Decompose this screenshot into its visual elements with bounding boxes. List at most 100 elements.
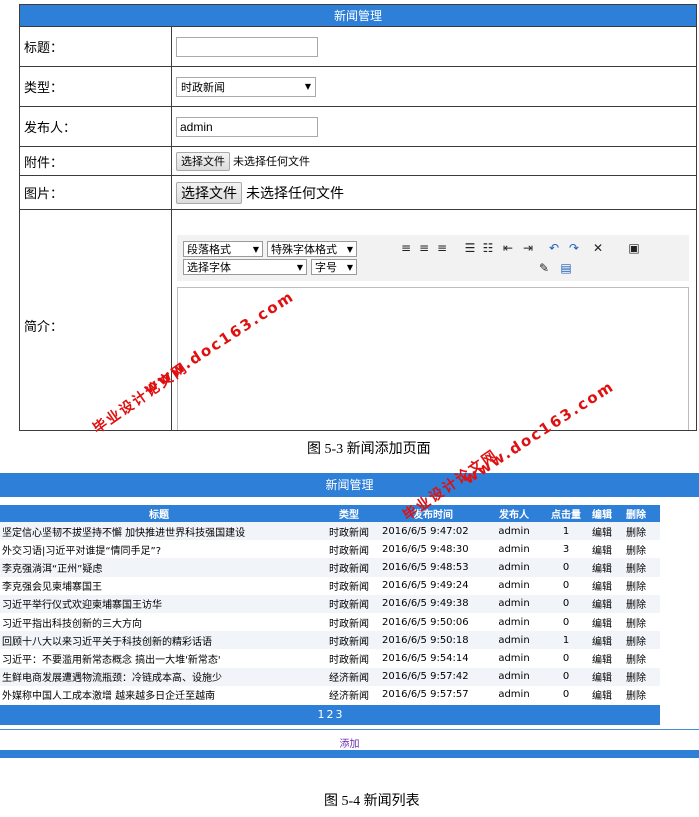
delete-link[interactable]: 删除 — [624, 540, 660, 559]
column-header-publish-time: 发布时间 — [380, 505, 486, 522]
publisher-row: 发布人： admin — [20, 107, 696, 147]
edit-link[interactable]: 编辑 — [590, 594, 624, 613]
cell-publisher: admin — [486, 631, 542, 650]
table-row: 李克强淌洱“正州”疑虑 时政新闻 2016/6/5 9:48:53 admin 0 编辑删… — [0, 558, 660, 577]
chevron-down-icon: ▼ — [346, 244, 353, 254]
delete-link[interactable]: 删除 — [624, 576, 660, 595]
edit-link[interactable]: 编辑 — [590, 667, 624, 686]
indent-icon[interactable]: ⇥ — [521, 241, 535, 255]
paragraph-format-select[interactable]: 段落格式 ▼ — [183, 241, 263, 257]
pagination-bar: 123 — [0, 705, 660, 725]
image-row: 图片： 选择文件 未选择任何文件 — [20, 176, 696, 210]
edit-link[interactable]: 编辑 — [590, 631, 624, 650]
align-center-icon[interactable]: ≡ — [417, 241, 431, 255]
cell-publisher: admin — [486, 685, 542, 704]
divider — [0, 729, 699, 730]
table-row: 坚定信心坚韧不拔坚持不懈 加快推进世界科技强国建设 时政新闻 2016/6/5 9:… — [0, 522, 660, 541]
cell-type: 经济新闻 — [318, 685, 380, 704]
cell-type: 时政新闻 — [318, 612, 380, 632]
title-row: 标题： — [20, 27, 696, 67]
cell-type: 时政新闻 — [318, 631, 380, 650]
remove-format-icon[interactable]: ✕ — [591, 241, 605, 255]
cell-clicks: 0 — [542, 649, 590, 668]
cell-clicks: 0 — [542, 612, 590, 632]
cell-publisher: admin — [486, 576, 542, 595]
column-header-type: 类型 — [318, 505, 380, 522]
align-left-icon[interactable]: ≡ — [399, 241, 413, 255]
page-link-1[interactable]: 1 — [318, 708, 325, 721]
edit-link[interactable]: 编辑 — [590, 540, 624, 559]
cell-publisher: admin — [486, 594, 542, 613]
cell-title: 外交习语|习近平对谁提“情同手足”? — [0, 540, 318, 559]
attachment-row: 附件： 选择文件 未选择任何文件 — [20, 147, 696, 176]
delete-link[interactable]: 删除 — [624, 594, 660, 613]
page-link-2[interactable]: 2 — [327, 708, 334, 721]
column-header-title: 标题 — [0, 505, 318, 522]
cell-publisher: admin — [486, 558, 542, 577]
redo-icon[interactable]: ↷ — [567, 241, 581, 255]
chevron-down-icon: ▼ — [252, 244, 259, 254]
page-link-3[interactable]: 3 — [336, 708, 343, 721]
publisher-label: 发布人： — [20, 107, 172, 146]
align-right-icon[interactable]: ≡ — [435, 241, 449, 255]
image-choose-file-button[interactable]: 选择文件 — [176, 181, 242, 204]
numbered-list-icon[interactable]: ☷ — [481, 241, 495, 255]
delete-link[interactable]: 删除 — [624, 612, 660, 632]
cell-type: 时政新闻 — [318, 594, 380, 613]
attachment-choose-file-button[interactable]: 选择文件 — [176, 151, 230, 171]
outdent-icon[interactable]: ⇤ — [501, 241, 515, 255]
add-news-link[interactable]: 添加 — [0, 735, 699, 750]
cell-title: 李克强淌洱“正州”疑虑 — [0, 558, 318, 577]
cell-publish-time: 2016/6/5 9:54:14 — [380, 649, 486, 668]
font-size-value: 字号 — [315, 261, 337, 274]
cell-clicks: 0 — [542, 685, 590, 704]
cell-title: 习近平：不要滥用新常态概念 搞出一大堆'新常态' — [0, 649, 318, 668]
table-row: 习近平举行仪式欢迎柬埔寨国王访华 时政新闻 2016/6/5 9:49:38 admi… — [0, 594, 660, 613]
list-footer-bar — [0, 750, 699, 758]
edit-link[interactable]: 编辑 — [590, 612, 624, 632]
table-row: 习近平指出科技创新的三大方向 时政新闻 2016/6/5 9:50:06 admin 0… — [0, 612, 660, 632]
cell-title: 习近平举行仪式欢迎柬埔寨国王访华 — [0, 594, 318, 613]
undo-icon[interactable]: ↶ — [547, 241, 561, 255]
cell-publish-time: 2016/6/5 9:50:18 — [380, 631, 486, 650]
delete-link[interactable]: 删除 — [624, 667, 660, 686]
table-header-row: 标题 类型 发布时间 发布人 点击量 编辑 删除 — [0, 505, 660, 522]
delete-link[interactable]: 删除 — [624, 685, 660, 704]
bullet-list-icon[interactable]: ☰ — [463, 241, 477, 255]
delete-link[interactable]: 删除 — [624, 558, 660, 577]
image-icon[interactable]: ▤ — [559, 261, 573, 275]
title-input[interactable] — [176, 36, 318, 57]
form-header: 新闻管理 — [20, 5, 696, 27]
cell-clicks: 0 — [542, 667, 590, 686]
edit-link[interactable]: 编辑 — [590, 522, 624, 541]
delete-link[interactable]: 删除 — [624, 522, 660, 541]
figure-caption-add-page: 图 5-3 新闻添加页面 — [307, 442, 431, 457]
cell-clicks: 0 — [542, 594, 590, 613]
cell-publish-time: 2016/6/5 9:49:38 — [380, 594, 486, 613]
paste-icon[interactable]: ▣ — [627, 241, 641, 255]
font-size-select[interactable]: 字号 ▼ — [311, 259, 357, 275]
edit-link[interactable]: 编辑 — [590, 685, 624, 704]
font-family-select[interactable]: 选择字体 ▼ — [183, 259, 307, 275]
edit-link[interactable]: 编辑 — [590, 576, 624, 595]
cell-clicks: 1 — [542, 631, 590, 650]
cell-title: 习近平指出科技创新的三大方向 — [0, 612, 318, 632]
cell-publish-time: 2016/6/5 9:48:53 — [380, 558, 486, 577]
edit-link[interactable]: 编辑 — [590, 649, 624, 668]
edit-link[interactable]: 编辑 — [590, 558, 624, 577]
cell-publisher: admin — [486, 667, 542, 686]
intro-editor: 段落格式 ▼ 特殊字体格式 ▼ 选择字体 ▼ 字号 ▼ ≡ ≡ ≡ ☰ ☷ ⇤ … — [177, 235, 689, 430]
delete-link[interactable]: 删除 — [624, 649, 660, 668]
intro-editor-content[interactable] — [177, 287, 689, 430]
special-font-format-select[interactable]: 特殊字体格式 ▼ — [267, 241, 357, 257]
cell-publish-time: 2016/6/5 9:48:30 — [380, 540, 486, 559]
special-font-format-value: 特殊字体格式 — [271, 243, 337, 256]
table-row: 生鲜电商发展遭遇物流瓶颈：冷链成本高、设施少 经济新闻 2016/6/5 9:57:… — [0, 667, 660, 686]
publisher-input[interactable]: admin — [176, 116, 318, 137]
type-label: 类型： — [20, 67, 172, 106]
news-table: 标题 类型 发布时间 发布人 点击量 编辑 删除 坚定信心坚韧不拔坚持不懈 加快… — [0, 505, 660, 704]
type-select[interactable]: 时政新闻 ▼ — [176, 76, 316, 97]
delete-link[interactable]: 删除 — [624, 631, 660, 650]
highlight-icon[interactable]: ✎ — [537, 261, 551, 275]
chevron-down-icon: ▼ — [296, 262, 303, 272]
